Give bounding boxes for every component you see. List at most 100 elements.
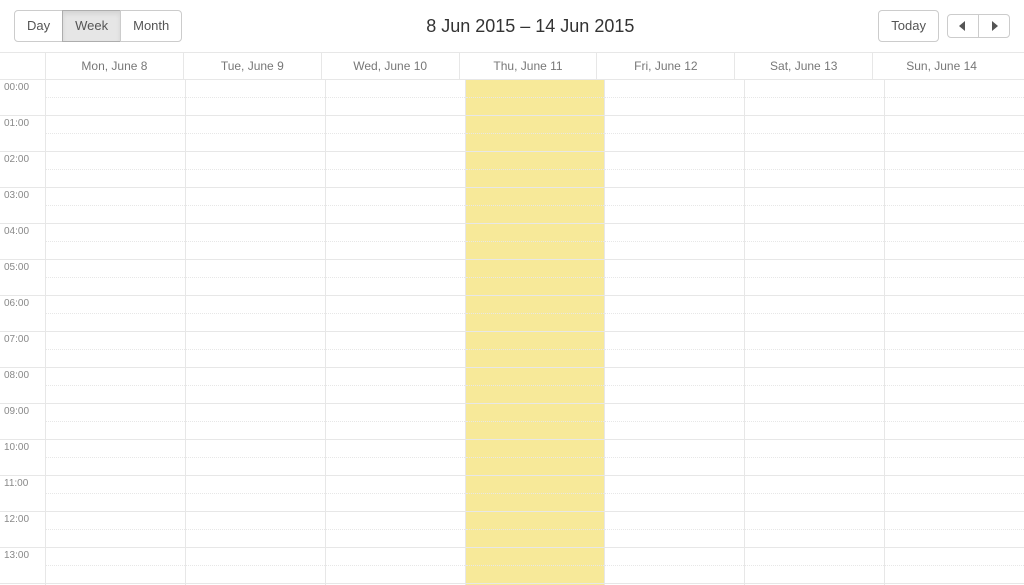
time-slot[interactable] [745,368,884,386]
day-header[interactable]: Sun, June 14 [873,53,1024,79]
time-slot[interactable] [466,512,605,530]
time-slot[interactable] [885,98,1024,116]
time-slot[interactable] [885,530,1024,548]
time-slot[interactable] [745,296,884,314]
time-slot[interactable] [46,494,185,512]
time-slot[interactable] [186,476,325,494]
time-slot[interactable] [326,314,465,332]
time-slot[interactable] [885,422,1024,440]
time-slot[interactable] [326,332,465,350]
time-slot[interactable] [605,98,744,116]
time-slot[interactable] [186,98,325,116]
time-slot[interactable] [326,458,465,476]
time-slot[interactable] [745,80,884,98]
time-slot[interactable] [46,386,185,404]
time-slot[interactable] [186,512,325,530]
time-slot[interactable] [605,170,744,188]
time-slot[interactable] [466,278,605,296]
time-slot[interactable] [186,350,325,368]
time-slot[interactable] [46,224,185,242]
time-slot[interactable] [46,566,185,584]
day-header[interactable]: Wed, June 10 [322,53,460,79]
time-slot[interactable] [46,296,185,314]
time-slot[interactable] [46,512,185,530]
time-slot[interactable] [745,422,884,440]
time-slot[interactable] [186,116,325,134]
time-slot[interactable] [466,80,605,98]
time-slot[interactable] [605,440,744,458]
time-slot[interactable] [466,386,605,404]
time-slot[interactable] [326,224,465,242]
time-slot[interactable] [605,242,744,260]
time-slot[interactable] [326,296,465,314]
day-column[interactable] [186,80,326,585]
time-slot[interactable] [885,512,1024,530]
time-slot[interactable] [745,206,884,224]
time-slot[interactable] [605,206,744,224]
time-slot[interactable] [326,98,465,116]
time-slot[interactable] [326,152,465,170]
time-slot[interactable] [186,206,325,224]
time-slot[interactable] [186,530,325,548]
time-slot[interactable] [326,404,465,422]
time-slot[interactable] [466,566,605,584]
time-slot[interactable] [605,386,744,404]
day-column[interactable] [466,80,606,585]
time-slot[interactable] [326,242,465,260]
time-slot[interactable] [745,188,884,206]
time-slot[interactable] [186,386,325,404]
time-slot[interactable] [885,134,1024,152]
time-slot[interactable] [46,332,185,350]
time-slot[interactable] [605,422,744,440]
day-view-button[interactable]: Day [14,10,63,42]
time-slot[interactable] [745,494,884,512]
time-slot[interactable] [326,134,465,152]
next-button[interactable] [978,14,1010,38]
time-slot[interactable] [326,386,465,404]
time-slot[interactable] [885,566,1024,584]
time-slot[interactable] [885,368,1024,386]
time-slot[interactable] [46,530,185,548]
time-slot[interactable] [885,188,1024,206]
time-slot[interactable] [605,116,744,134]
time-slot[interactable] [745,260,884,278]
time-slot[interactable] [186,278,325,296]
time-slot[interactable] [466,476,605,494]
time-slot[interactable] [885,260,1024,278]
time-slot[interactable] [46,278,185,296]
time-slot[interactable] [605,152,744,170]
day-header[interactable]: Mon, June 8 [46,53,184,79]
day-header[interactable]: Sat, June 13 [735,53,873,79]
time-slot[interactable] [745,404,884,422]
time-slot[interactable] [745,314,884,332]
time-slot[interactable] [46,458,185,476]
time-slot[interactable] [46,188,185,206]
time-slot[interactable] [186,152,325,170]
prev-button[interactable] [947,14,979,38]
time-slot[interactable] [466,494,605,512]
time-slot[interactable] [326,206,465,224]
time-slot[interactable] [745,386,884,404]
time-slot[interactable] [46,98,185,116]
time-slot[interactable] [466,422,605,440]
day-column[interactable] [745,80,885,585]
time-slot[interactable] [466,170,605,188]
time-slot[interactable] [885,440,1024,458]
time-slot[interactable] [885,278,1024,296]
time-slot[interactable] [466,314,605,332]
time-slot[interactable] [605,530,744,548]
time-slot[interactable] [326,368,465,386]
day-column[interactable] [46,80,186,585]
time-slot[interactable] [46,242,185,260]
time-slot[interactable] [186,440,325,458]
time-slot[interactable] [186,260,325,278]
time-slot[interactable] [46,548,185,566]
time-slot[interactable] [46,476,185,494]
time-slot[interactable] [885,116,1024,134]
time-slot[interactable] [186,404,325,422]
time-slot[interactable] [326,548,465,566]
time-slot[interactable] [466,224,605,242]
time-slot[interactable] [326,80,465,98]
time-slot[interactable] [46,422,185,440]
time-slot[interactable] [605,350,744,368]
